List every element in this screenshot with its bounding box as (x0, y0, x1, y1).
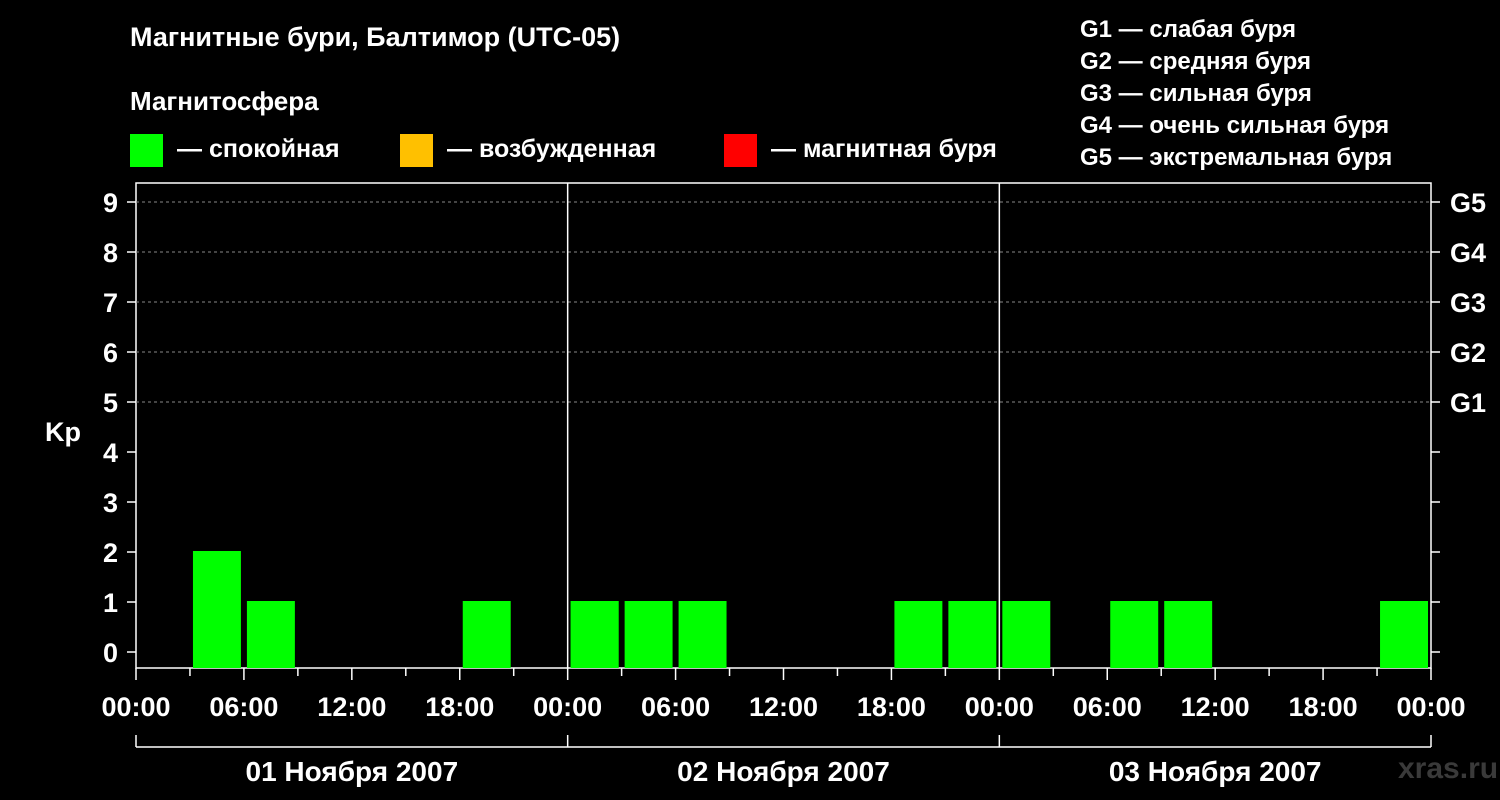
y-tick-label: 5 (103, 388, 118, 418)
kp-bar (570, 601, 619, 668)
y-tick-label: 3 (103, 488, 118, 518)
kp-bar (192, 551, 241, 668)
x-tick-label: 18:00 (1289, 692, 1358, 722)
watermark: xras.ru (1398, 752, 1499, 785)
kp-bar (624, 601, 673, 668)
x-tick-label: 12:00 (317, 692, 386, 722)
x-tick-label: 06:00 (209, 692, 278, 722)
kp-chart: 0 1 2 3 4 5 6 7 8 9 G1 G2 G3 G4 G5 Kp 00:00 06:00 12:00 18:… (45, 182, 1486, 787)
y-tick-label: 8 (103, 238, 118, 268)
g-level-label: G3 (1450, 288, 1486, 318)
x-tick-label: 18:00 (857, 692, 926, 722)
kp-bar (1002, 601, 1051, 668)
kp-bar (462, 601, 511, 668)
y-axis-label: Kp (45, 417, 81, 447)
x-tick-label: 00:00 (1396, 692, 1465, 722)
y-tick-label: 6 (103, 338, 118, 368)
x-tick-label: 06:00 (641, 692, 710, 722)
day-label: 01 Ноября 2007 (246, 756, 459, 787)
kp-bar (1380, 601, 1428, 668)
x-tick-label: 00:00 (101, 692, 170, 722)
x-tick-label: 00:00 (965, 692, 1034, 722)
plot-frame (135, 182, 1432, 669)
g-level-label: G2 (1450, 338, 1486, 368)
y-tick-label: 0 (103, 638, 118, 668)
x-tick-label: 18:00 (425, 692, 494, 722)
kp-bar (1164, 601, 1213, 668)
y-tick-label: 1 (103, 588, 118, 618)
day-label: 02 Ноября 2007 (677, 756, 890, 787)
x-tick-label: 00:00 (533, 692, 602, 722)
x-tick-label: 12:00 (1181, 692, 1250, 722)
g-level-label: G4 (1450, 238, 1486, 268)
kp-bar (246, 601, 295, 668)
y-tick-label: 2 (103, 538, 118, 568)
x-tick-label: 12:00 (749, 692, 818, 722)
y-tick-label: 9 (103, 188, 118, 218)
kp-bar (1110, 601, 1159, 668)
g-level-label: G5 (1450, 188, 1486, 218)
kp-bar (948, 601, 997, 668)
y-tick-label: 7 (103, 288, 118, 318)
day-label: 03 Ноября 2007 (1109, 756, 1322, 787)
kp-bar (894, 601, 943, 668)
g-level-label: G1 (1450, 388, 1486, 418)
y-tick-label: 4 (103, 438, 118, 468)
x-tick-label: 06:00 (1073, 692, 1142, 722)
kp-bar (678, 601, 727, 668)
